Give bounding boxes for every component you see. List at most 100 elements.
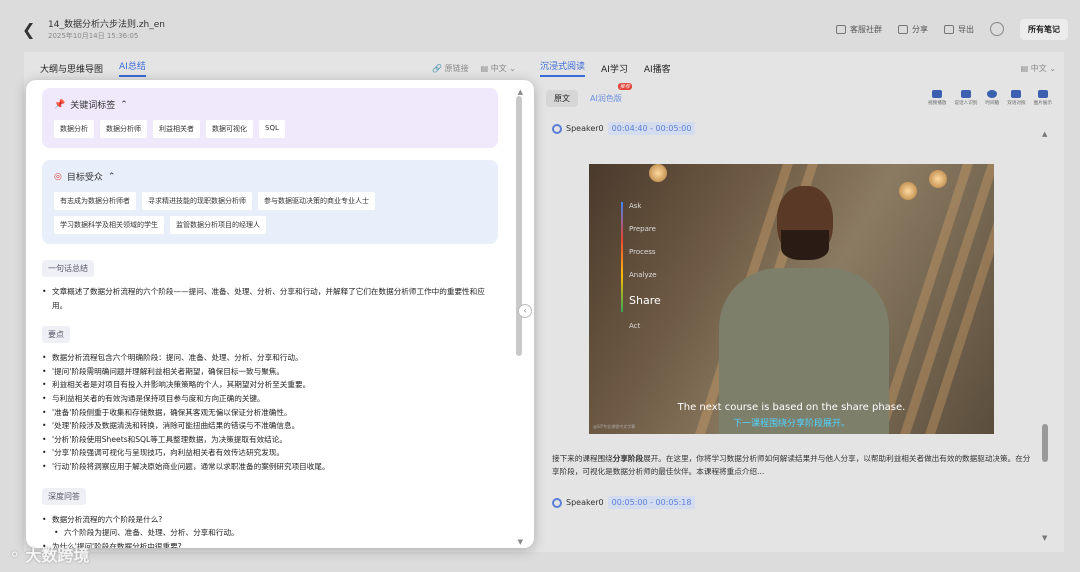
qa-list: 数据分析流程的六个阶段是什么? 六个阶段为提问、准备、处理、分析、分享和行动。 …: [42, 513, 498, 548]
speaker-id-tool[interactable]: 说话人识别: [954, 90, 977, 106]
speaker-icon: [552, 123, 562, 134]
phase-process: Process: [629, 248, 656, 256]
audience-title: 目标受众: [66, 173, 103, 183]
subtitle-chinese: 下一课程围绕分享阶段展开。: [732, 419, 850, 429]
audience-tag[interactable]: 学习数据科学及相关领域的学生: [54, 216, 164, 234]
right-tabs: 沉浸式阅读 AI学习 AI播客 ▤ 中文 ⌄: [532, 52, 1064, 84]
keyword-tags: 数据分析 数据分析师 利益相关者 数据可视化 SQL: [54, 120, 486, 138]
share-icon: [898, 24, 908, 34]
keyword-tag[interactable]: 数据分析: [54, 120, 94, 138]
ai-summary-panel: 📌 关键词标签 ⌃ 数据分析 数据分析师 利益相关者 数据可视化 SQL ◎ 目…: [26, 80, 534, 548]
doc-title: 14_数据分析六步法则.zh_en: [48, 20, 165, 30]
image-display-tool[interactable]: 图片展示: [1034, 90, 1052, 106]
video-play-tool[interactable]: 视频播放: [928, 90, 946, 106]
transcript-highlight: 分享阶段: [612, 454, 644, 463]
right-scroll-up-icon[interactable]: ▲: [1042, 130, 1047, 138]
target-icon: ◎: [54, 171, 62, 182]
keywords-title: 关键词标签: [70, 101, 116, 111]
keyword-tag[interactable]: 数据分析师: [100, 120, 147, 138]
original-view-button[interactable]: 原文: [546, 89, 578, 107]
video-icon: [932, 90, 943, 98]
segment1-header: Speaker0 00:04:40 - 00:05:00: [532, 122, 1064, 135]
list-item: '处理'阶段涉及数据清洗和转换，消除可能扭曲结果的错误与不准确信息。: [42, 419, 498, 433]
keyword-tag[interactable]: SQL: [259, 120, 285, 138]
export-icon: [944, 24, 954, 34]
segment1-speaker: Speaker0: [566, 124, 604, 133]
original-link-button[interactable]: 🔗 原链接: [432, 63, 469, 74]
audience-header[interactable]: ◎ 目标受众 ⌃: [54, 170, 486, 184]
language-select[interactable]: ▤ 中文 ⌄: [481, 63, 516, 74]
audience-tag[interactable]: 寻求精进技能的现职数据分析师: [142, 192, 252, 210]
view-toggle: 原文 AI润色版 推荐: [546, 82, 632, 107]
phase-analyze: Analyze: [629, 271, 657, 279]
tab-immersive-reading[interactable]: 沉浸式阅读: [540, 59, 586, 77]
tab-ai-podcast[interactable]: AI播客: [644, 62, 671, 75]
list-item: '分享'阶段强调可视化与呈现技巧，向利益相关者有效传达研究发现。: [42, 446, 498, 460]
audience-tag[interactable]: 参与数据驱动决策的商业专业人士: [258, 192, 375, 210]
audience-card: ◎ 目标受众 ⌃ 有志成为数据分析师者 寻求精进技能的现职数据分析师 参与数据驱…: [42, 160, 498, 244]
customer-group-button[interactable]: 客服社群: [836, 24, 882, 35]
bilingual-icon: [1011, 90, 1022, 98]
keyword-tag[interactable]: 利益相关者: [153, 120, 200, 138]
summary-text: 文章概述了数据分析流程的六个阶段——提问、准备、处理、分析、分享和行动，并解释了…: [42, 285, 498, 312]
avatar[interactable]: [990, 22, 1004, 36]
timestamp-tool[interactable]: 时间戳: [985, 90, 999, 106]
export-button[interactable]: 导出: [944, 24, 974, 35]
pin-icon: 📌: [54, 99, 66, 110]
recommend-badge: 推荐: [617, 82, 632, 90]
ai-polish-view-button[interactable]: AI润色版 推荐: [582, 82, 632, 107]
list-item: 数据分析流程包含六个明确阶段：提问、准备、处理、分析、分享和行动。: [42, 351, 498, 365]
tab-ai-learning[interactable]: AI学习: [601, 62, 628, 75]
key-points-list: 数据分析流程包含六个明确阶段：提问、准备、处理、分析、分享和行动。 '提问'阶段…: [42, 351, 498, 473]
tab-ai-summary[interactable]: AI总结: [119, 59, 146, 77]
phase-list: Ask Prepare Process Analyze Share Act: [621, 202, 661, 345]
tool-icons: 视频播放 说话人识别 时间戳 双语对照 图片展示: [928, 90, 1052, 106]
keywords-header[interactable]: 📌 关键词标签 ⌃: [54, 98, 486, 112]
phase-share: Share: [629, 294, 661, 307]
transcript-text: 接下来的课程围绕分享阶段展开。在这里，你将学习数据分析师如何解读结果并与他人分享…: [552, 454, 1031, 476]
segment2-time[interactable]: 00:05:00 - 00:05:18: [607, 496, 696, 509]
panel-scroll-down-icon[interactable]: ▼: [518, 538, 523, 546]
video-watermark: @SIT专业课程中文字幕: [593, 424, 636, 429]
chevron-up-icon[interactable]: ⌃: [108, 172, 116, 182]
segment1-time[interactable]: 00:04:40 - 00:05:00: [607, 122, 696, 135]
back-icon[interactable]: ❮: [22, 20, 42, 39]
segment2-header: Speaker0 00:05:00 - 00:05:18: [532, 496, 696, 509]
list-item: '提问'阶段需明确问题并理解利益相关者期望，确保目标一致与聚焦。: [42, 365, 498, 379]
phase-ask: Ask: [629, 202, 642, 210]
list-item: '行动'阶段将洞察应用于解决原始商业问题，通常以求职准备的案例研究项目收尾。: [42, 460, 498, 474]
qa-label: 深度问答: [42, 487, 86, 505]
right-scroll-down-icon[interactable]: ▼: [1042, 534, 1047, 542]
list-item: 与利益相关者的有效沟通是保持项目参与度和方向正确的关键。: [42, 392, 498, 406]
tab-outline-mindmap[interactable]: 大纲与思维导图: [40, 62, 103, 75]
chevron-up-icon[interactable]: ⌃: [120, 100, 128, 110]
all-notes-button[interactable]: 所有笔记: [1020, 18, 1068, 40]
brand-logo-icon: ⚬: [8, 544, 22, 564]
keyword-tag[interactable]: 数据可视化: [206, 120, 253, 138]
brand-logo: ⚬ 大数跨境: [8, 542, 89, 566]
bilingual-tool[interactable]: 双语对照: [1007, 90, 1026, 106]
right-scrollbar[interactable]: [1042, 424, 1048, 462]
list-item: '准备'阶段侧重于收集和存储数据，确保其客观无偏以保证分析准确性。: [42, 406, 498, 420]
speaker-icon: [552, 497, 562, 508]
collapse-panel-button[interactable]: ‹: [518, 304, 532, 318]
audience-tag[interactable]: 有志成为数据分析师者: [54, 192, 136, 210]
summary-list: 文章概述了数据分析流程的六个阶段——提问、准备、处理、分析、分享和行动，并解释了…: [42, 285, 498, 312]
audience-tag[interactable]: 监管数据分析项目的经理人: [170, 216, 266, 234]
panel-scroll-up-icon[interactable]: ▲: [518, 88, 523, 96]
share-button[interactable]: 分享: [898, 24, 928, 35]
top-actions: 客服社群 分享 导出 所有笔记: [836, 18, 1068, 40]
top-bar: ❮ 14_数据分析六步法则.zh_en 2025年10月14日 15:36:05…: [14, 12, 1068, 46]
qa-answer: 六个阶段为提问、准备、处理、分析、分享和行动。: [42, 526, 498, 540]
clock-icon: [987, 90, 998, 98]
doc-datetime: 2025年10月14日 15:36:05: [48, 32, 139, 40]
phase-prepare: Prepare: [629, 225, 656, 233]
subtitle-english: The next course is based on the share ph…: [677, 402, 906, 413]
right-toolbar: 原文 AI润色版 推荐 视频播放 说话人识别 时间戳 双语对照 图片展示: [532, 82, 1064, 112]
segment2-speaker: Speaker0: [566, 498, 604, 507]
right-language-select[interactable]: ▤ 中文 ⌄: [1021, 63, 1056, 74]
video-frame[interactable]: Ask Prepare Process Analyze Share Act Th…: [589, 164, 994, 434]
brand-logo-text: 大数跨境: [25, 546, 90, 565]
image-icon: [1037, 90, 1048, 98]
phase-act: Act: [629, 322, 641, 330]
